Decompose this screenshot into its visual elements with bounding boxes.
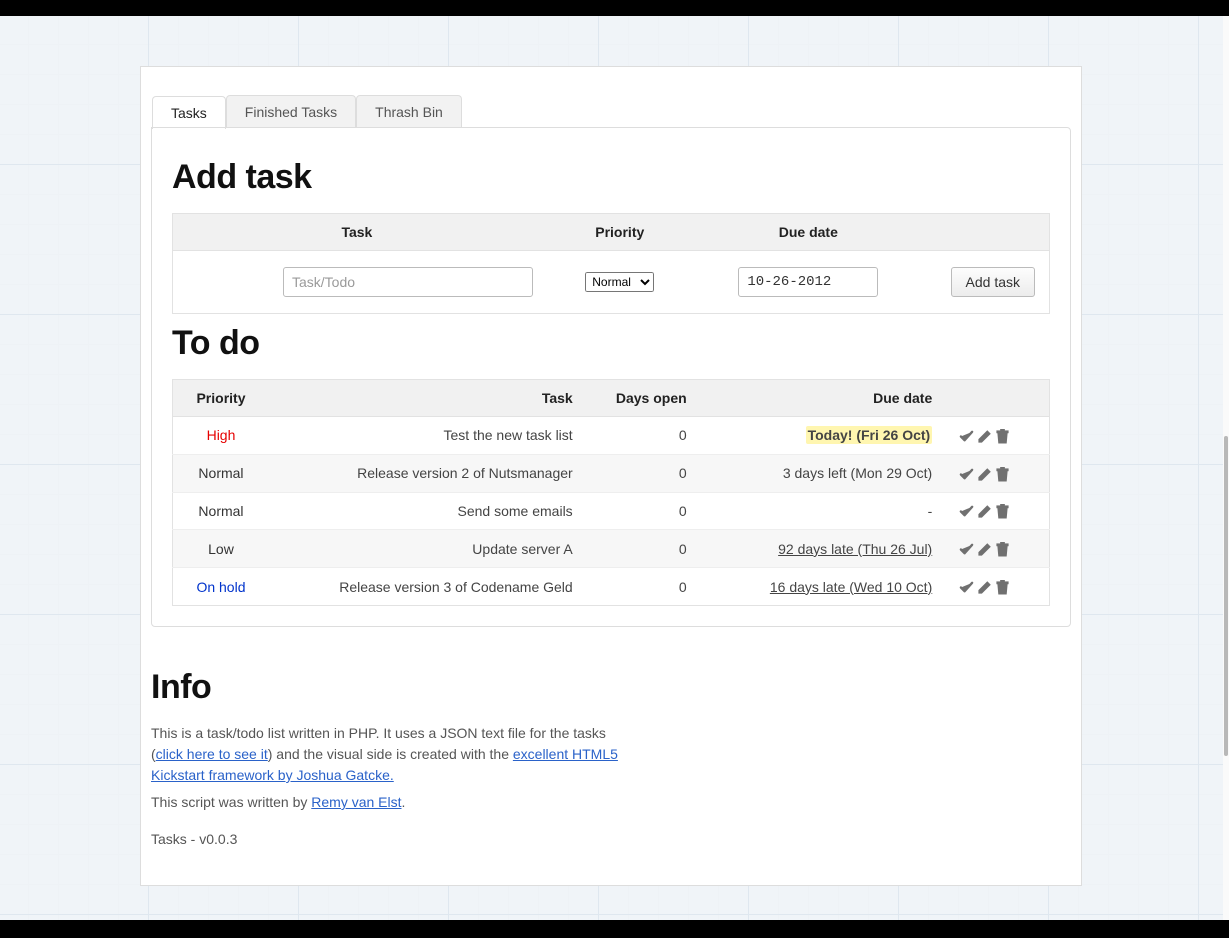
cell-days-open: 0 xyxy=(585,568,699,606)
cell-due: 3 days left (Mon 29 Oct) xyxy=(699,454,945,492)
todo-table: Priority Task Days open Due date HighTes… xyxy=(172,379,1050,606)
trash-icon[interactable] xyxy=(995,542,1010,557)
info-paragraph-2: This script was written by Remy van Elst… xyxy=(151,792,631,813)
add-task-form: Task Priority Due date Low xyxy=(172,213,1050,314)
info-version: Tasks - v0.0.3 xyxy=(151,829,631,850)
cell-actions xyxy=(944,454,1049,492)
todo-heading: To do xyxy=(172,324,1050,363)
cell-priority: On hold xyxy=(173,568,269,606)
info-heading: Info xyxy=(151,668,1071,707)
table-row: LowUpdate server A092 days late (Thu 26 … xyxy=(173,530,1050,568)
pencil-icon[interactable] xyxy=(977,504,992,519)
check-icon[interactable] xyxy=(959,580,974,595)
table-row: NormalRelease version 2 of Nutsmanager03… xyxy=(173,454,1050,492)
tab-panel-tasks: Add task Task Priority Due date xyxy=(151,127,1071,627)
info-link-json[interactable]: click here to see it xyxy=(156,746,268,762)
info-link-author[interactable]: Remy van Elst xyxy=(311,794,401,810)
pencil-icon[interactable] xyxy=(977,580,992,595)
cell-due: 16 days late (Wed 10 Oct) xyxy=(699,568,945,606)
tabs: Tasks Finished Tasks Thrash Bin xyxy=(152,95,462,128)
check-icon[interactable] xyxy=(959,429,974,444)
cell-days-open: 0 xyxy=(585,417,699,455)
letterbox-top xyxy=(0,0,1229,16)
cell-task: Update server A xyxy=(269,530,585,568)
cell-actions xyxy=(944,530,1049,568)
cell-task: Test the new task list xyxy=(269,417,585,455)
cell-priority: Normal xyxy=(173,492,269,530)
col-header-task: Task xyxy=(173,214,541,251)
pencil-icon[interactable] xyxy=(977,429,992,444)
col-header-priority: Priority xyxy=(541,214,699,251)
trash-icon[interactable] xyxy=(995,467,1010,482)
pencil-icon[interactable] xyxy=(977,542,992,557)
col-header-priority: Priority xyxy=(173,380,269,417)
cell-priority: Normal xyxy=(173,454,269,492)
add-task-button[interactable]: Add task xyxy=(951,267,1035,297)
tab-finished-tasks[interactable]: Finished Tasks xyxy=(226,95,356,128)
tab-label: Finished Tasks xyxy=(245,104,337,120)
cell-days-open: 0 xyxy=(585,454,699,492)
trash-icon[interactable] xyxy=(995,429,1010,444)
due-date-input[interactable] xyxy=(738,267,878,297)
cell-days-open: 0 xyxy=(585,492,699,530)
scrollbar-track[interactable] xyxy=(1223,16,1229,920)
scrollbar-thumb[interactable] xyxy=(1224,436,1228,756)
cell-actions xyxy=(944,492,1049,530)
tab-tasks[interactable]: Tasks xyxy=(152,96,226,129)
main-panel: Tasks Finished Tasks Thrash Bin Add task… xyxy=(140,66,1082,886)
cell-due: - xyxy=(699,492,945,530)
col-header-actions xyxy=(944,380,1049,417)
info-section: Info This is a task/todo list written in… xyxy=(151,668,1071,850)
table-row: On holdRelease version 3 of Codename Gel… xyxy=(173,568,1050,606)
add-task-heading: Add task xyxy=(172,158,1050,197)
cell-priority: Low xyxy=(173,530,269,568)
tabs-container: Tasks Finished Tasks Thrash Bin xyxy=(141,67,1081,128)
check-icon[interactable] xyxy=(959,542,974,557)
tab-label: Thrash Bin xyxy=(375,104,443,120)
cell-due: 92 days late (Thu 26 Jul) xyxy=(699,530,945,568)
cell-priority: High xyxy=(173,417,269,455)
trash-icon[interactable] xyxy=(995,580,1010,595)
info-paragraph-1: This is a task/todo list written in PHP.… xyxy=(151,723,631,786)
cell-actions xyxy=(944,417,1049,455)
tab-label: Tasks xyxy=(171,105,207,121)
cell-actions xyxy=(944,568,1049,606)
cell-days-open: 0 xyxy=(585,530,699,568)
col-header-due: Due date xyxy=(699,214,918,251)
tab-thrash-bin[interactable]: Thrash Bin xyxy=(356,95,462,128)
priority-select[interactable]: Low Normal High On hold xyxy=(585,272,654,292)
col-header-due: Due date xyxy=(699,380,945,417)
trash-icon[interactable] xyxy=(995,504,1010,519)
cell-task: Send some emails xyxy=(269,492,585,530)
check-icon[interactable] xyxy=(959,504,974,519)
cell-due: Today! (Fri 26 Oct) xyxy=(699,417,945,455)
table-row: NormalSend some emails0- xyxy=(173,492,1050,530)
col-header-blank xyxy=(918,214,1050,251)
letterbox-bottom xyxy=(0,920,1229,938)
cell-task: Release version 3 of Codename Geld xyxy=(269,568,585,606)
check-icon[interactable] xyxy=(959,467,974,482)
cell-task: Release version 2 of Nutsmanager xyxy=(269,454,585,492)
col-header-days-open: Days open xyxy=(585,380,699,417)
col-header-task: Task xyxy=(269,380,585,417)
table-row: HighTest the new task list0Today! (Fri 2… xyxy=(173,417,1050,455)
page-background: Tasks Finished Tasks Thrash Bin Add task… xyxy=(0,16,1223,920)
pencil-icon[interactable] xyxy=(977,467,992,482)
task-input[interactable] xyxy=(283,267,533,297)
